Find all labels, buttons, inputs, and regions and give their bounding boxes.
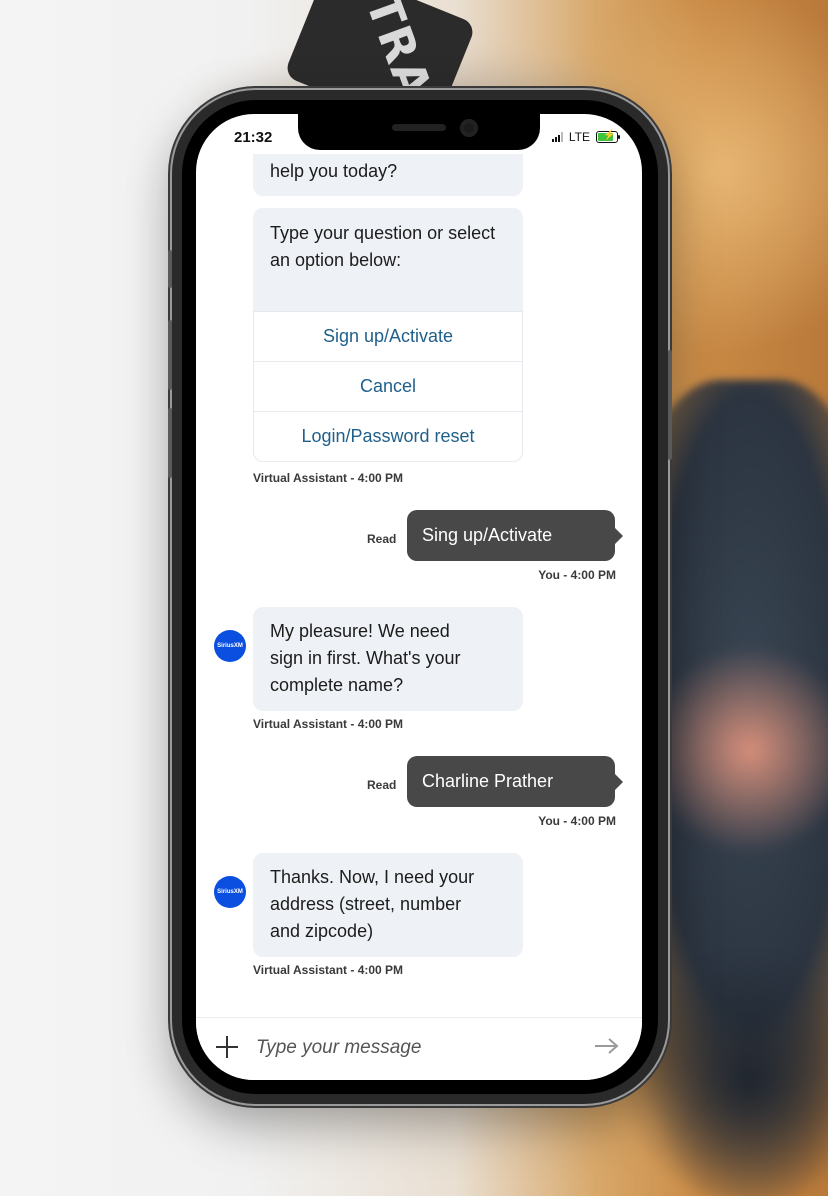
user-message: Charline Prather [407, 756, 623, 807]
phone-screen: help you today? Type your question or se… [196, 114, 642, 1080]
volume-down-button [168, 408, 172, 478]
signal-icon [551, 132, 563, 142]
status-indicators: LTE ⚡ [551, 130, 620, 144]
send-arrow-icon[interactable] [594, 1036, 620, 1056]
mute-switch [168, 250, 172, 288]
bot-message-text: help you today? [270, 161, 398, 181]
bot-message: help you today? [253, 154, 523, 196]
bot-message-text: My pleasure! We need sign in first. What… [270, 621, 461, 695]
bot-avatar: SiriusXM [214, 876, 246, 908]
speaker-grille [392, 124, 446, 131]
bot-message-text: Thanks. Now, I need your address (street… [270, 867, 475, 941]
volume-up-button [168, 320, 172, 390]
quick-reply-options: Sign up/Activate Cancel Login/Password r… [253, 311, 523, 462]
read-receipt: Read [367, 532, 397, 546]
message-composer [196, 1017, 642, 1080]
option-cancel[interactable]: Cancel [254, 362, 522, 412]
bot-message: My pleasure! We need sign in first. What… [253, 607, 523, 711]
bot-message: Thanks. Now, I need your address (street… [253, 853, 523, 957]
plus-icon[interactable] [214, 1034, 240, 1060]
power-button [668, 350, 672, 460]
status-time: 21:32 [234, 129, 273, 146]
option-login-reset[interactable]: Login/Password reset [254, 412, 522, 461]
bot-options-card: Type your question or select an option b… [253, 208, 523, 462]
user-message-meta: You - 4:00 PM [538, 568, 616, 582]
phone-notch [298, 114, 540, 150]
battery-icon: ⚡ [596, 130, 620, 143]
bot-prompt-text: Type your question or select an option b… [270, 223, 496, 270]
bot-avatar: SiriusXM [214, 630, 246, 662]
network-label: LTE [568, 130, 590, 144]
front-camera [460, 119, 478, 137]
option-sign-up[interactable]: Sign up/Activate [254, 312, 522, 362]
bot-message-meta: Virtual Assistant - 4:00 PM [253, 963, 404, 977]
read-receipt: Read [367, 778, 397, 792]
chat-thread[interactable]: help you today? Type your question or se… [196, 114, 642, 1080]
bot-message-meta: Virtual Assistant - 4:00 PM [253, 717, 404, 731]
user-message: Sing up/Activate [407, 510, 623, 561]
message-input[interactable] [254, 1032, 578, 1064]
bot-message-meta: Virtual Assistant - 4:00 PM [253, 471, 404, 485]
user-message-meta: You - 4:00 PM [538, 814, 616, 828]
